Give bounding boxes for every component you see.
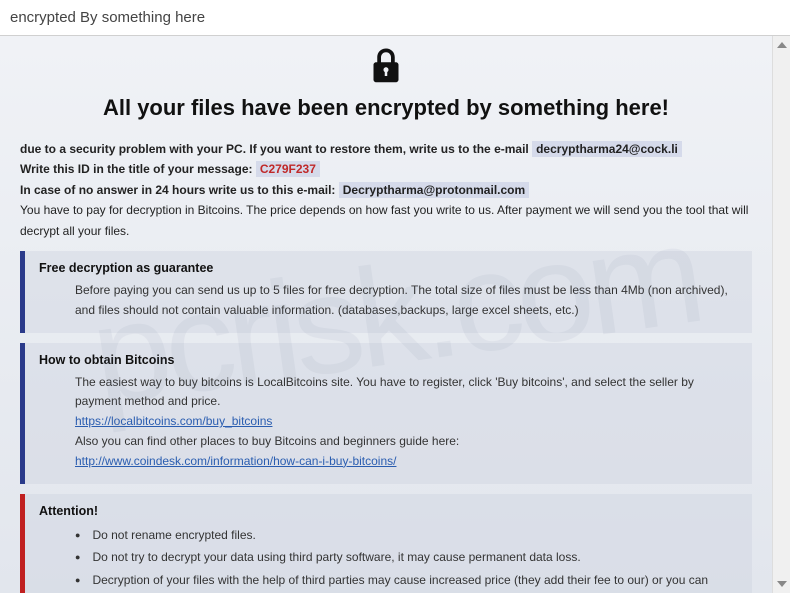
box-free-title: Free decryption as guarantee [39, 261, 738, 275]
contact-email-2: Decryptharma@protonmail.com [339, 182, 529, 198]
attention-bullet: Do not rename encrypted files. [75, 524, 738, 547]
scroll-up-icon[interactable] [773, 36, 790, 54]
intro-line-4: You have to pay for decryption in Bitcoi… [20, 200, 752, 241]
box-btc-title: How to obtain Bitcoins [39, 353, 738, 367]
box-free-decryption: Free decryption as guarantee Before payi… [20, 251, 752, 333]
box-attention: Attention! Do not rename encrypted files… [20, 494, 752, 593]
main-content: pcrisk.com All your files have been encr… [0, 36, 772, 593]
intro-block: due to a security problem with your PC. … [20, 139, 752, 241]
attention-bullet: Do not try to decrypt your data using th… [75, 546, 738, 569]
btc-link-coindesk[interactable]: http://www.coindesk.com/information/how-… [75, 454, 396, 468]
lock-wrap [20, 48, 752, 89]
scroll-down-icon[interactable] [773, 575, 790, 593]
intro-line-3: In case of no answer in 24 hours write u… [20, 180, 752, 200]
vertical-scrollbar[interactable] [772, 36, 790, 593]
attention-bullets: Do not rename encrypted files. Do not tr… [39, 524, 738, 593]
box-free-body: Before paying you can send us up to 5 fi… [39, 281, 738, 321]
box-btc-body: The easiest way to buy bitcoins is Local… [39, 373, 738, 472]
attention-bullet: Decryption of your files with the help o… [75, 569, 738, 593]
victim-id: C279F237 [256, 161, 320, 177]
content-wrapper: pcrisk.com All your files have been encr… [0, 36, 790, 593]
box-attention-title: Attention! [39, 504, 738, 518]
btc-link-localbitcoins[interactable]: https://localbitcoins.com/buy_bitcoins [75, 414, 272, 428]
contact-email-1: decryptharma24@cock.li [532, 141, 682, 157]
intro-line-1: due to a security problem with your PC. … [20, 139, 752, 159]
window-titlebar: encrypted By something here [0, 0, 790, 36]
box-btc-line1: The easiest way to buy bitcoins is Local… [75, 373, 738, 413]
intro-line-2: Write this ID in the title of your messa… [20, 159, 752, 179]
page-headline: All your files have been encrypted by so… [20, 95, 752, 121]
box-btc-line2: Also you can find other places to buy Bi… [75, 432, 738, 452]
box-obtain-bitcoins: How to obtain Bitcoins The easiest way t… [20, 343, 752, 484]
window-title: encrypted By something here [10, 9, 205, 26]
lock-icon [371, 71, 401, 88]
